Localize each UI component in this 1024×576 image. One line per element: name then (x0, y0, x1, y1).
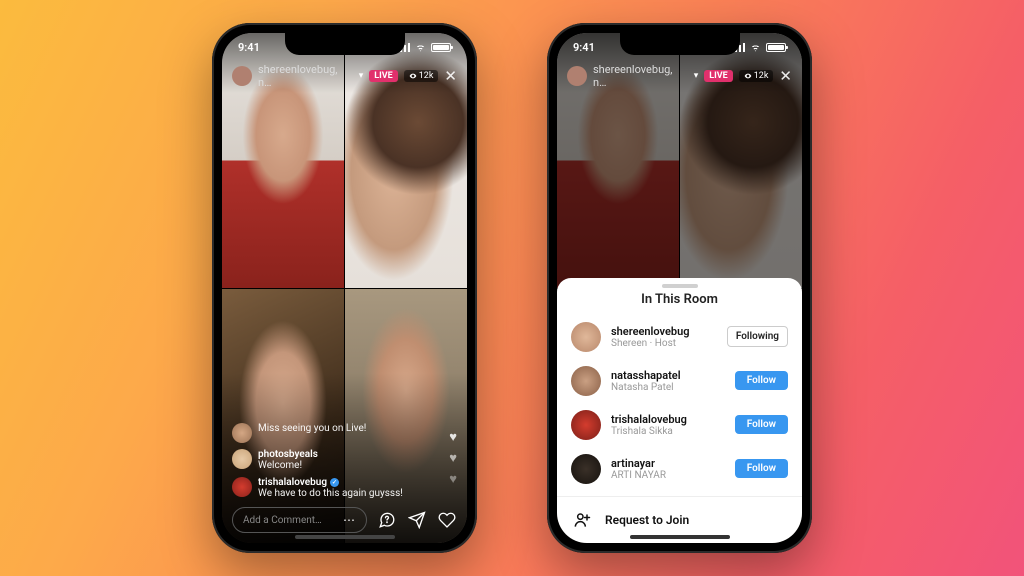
participant-row[interactable]: shereenlovebug Shereen · Host Following (571, 315, 788, 359)
live-header: shereenlovebug, n… ▾ LIVE 12k ✕ (557, 61, 802, 93)
viewer-count-badge[interactable]: 12k (739, 70, 774, 82)
status-time: 9:41 (238, 41, 260, 54)
host-username[interactable]: shereenlovebug, n… (593, 63, 688, 89)
sheet-handle[interactable] (662, 284, 698, 288)
eye-icon (409, 72, 417, 80)
chevron-down-icon[interactable]: ▾ (359, 71, 364, 81)
comment-placeholder: Add a Comment… (243, 515, 322, 526)
verified-badge-icon: ✓ (330, 478, 339, 487)
viewer-count: 12k (754, 71, 769, 81)
host-avatar[interactable] (232, 66, 252, 86)
video-tile-3[interactable] (222, 289, 344, 544)
participant-row[interactable]: artinayar ARTI NAYAR Follow (571, 447, 788, 491)
participant-username: natasshapatel (611, 369, 725, 382)
notch (285, 33, 405, 55)
share-button[interactable] (407, 510, 427, 530)
viewer-count-badge[interactable]: 12k (404, 70, 439, 82)
question-button[interactable] (377, 510, 397, 530)
commenter-avatar (232, 477, 252, 497)
comment-text: Miss seeing you on Live! (258, 423, 366, 434)
heart-icon: ♥ (449, 471, 457, 487)
wifi-icon (749, 43, 762, 52)
participant-displayname: ARTI NAYAR (611, 470, 725, 481)
phone-right: 9:41 shereenlovebug, n… ▾ LIVE 12k ✕ In … (547, 23, 812, 553)
commenter-username: trishalalovebug ✓ (258, 477, 403, 488)
screen-right: 9:41 shereenlovebug, n… ▾ LIVE 12k ✕ In … (557, 33, 802, 543)
follow-button[interactable]: Follow (735, 371, 788, 390)
following-button[interactable]: Following (727, 326, 788, 347)
follow-button[interactable]: Follow (735, 415, 788, 434)
participant-username: artinayar (611, 457, 725, 470)
live-comment[interactable]: trishalalovebug ✓ We have to do this aga… (232, 477, 417, 499)
participant-row[interactable]: trishalalovebug Trishala Sikka Follow (571, 403, 788, 447)
phone-left: 9:41 shereenlovebug, n… ▾ LIVE 12k ✕ Mis (212, 23, 477, 553)
battery-icon (431, 43, 451, 52)
commenter-avatar (232, 449, 252, 469)
home-indicator[interactable] (630, 535, 730, 539)
battery-icon (766, 43, 786, 52)
live-header: shereenlovebug, n… ▾ LIVE 12k ✕ (222, 61, 467, 93)
live-comment[interactable]: Miss seeing you on Live! (232, 423, 417, 443)
home-indicator[interactable] (295, 535, 395, 539)
more-icon[interactable]: ⋯ (343, 513, 356, 527)
participant-username: trishalalovebug (611, 413, 725, 426)
participant-avatar (571, 322, 601, 352)
participant-displayname: Trishala Sikka (611, 426, 725, 437)
close-icon[interactable]: ✕ (444, 67, 457, 85)
host-avatar[interactable] (567, 66, 587, 86)
status-time: 9:41 (573, 41, 595, 54)
participant-avatar (571, 366, 601, 396)
close-icon[interactable]: ✕ (779, 67, 792, 85)
participant-displayname: Natasha Patel (611, 382, 725, 393)
floating-hearts: ♥ ♥ ♥ (449, 429, 457, 487)
heart-icon: ♥ (449, 450, 457, 466)
comment-input[interactable]: Add a Comment… ⋯ (232, 507, 367, 533)
viewer-count: 12k (419, 71, 434, 81)
commenter-username: photosbyeals (258, 449, 318, 460)
comment-text: We have to do this again guysss! (258, 488, 403, 499)
wifi-icon (414, 43, 427, 52)
like-button[interactable] (437, 510, 457, 530)
participant-row[interactable]: natasshapatel Natasha Patel Follow (571, 359, 788, 403)
host-username[interactable]: shereenlovebug, n… (258, 63, 353, 89)
live-badge: LIVE (369, 70, 397, 82)
participants-list: shereenlovebug Shereen · Host Following … (557, 315, 802, 491)
comment-text: Welcome! (258, 460, 318, 471)
participant-avatar (571, 454, 601, 484)
chevron-down-icon[interactable]: ▾ (694, 71, 699, 81)
request-to-join-label: Request to Join (605, 513, 689, 527)
notch (620, 33, 740, 55)
follow-button[interactable]: Follow (735, 459, 788, 478)
sheet-title: In This Room (557, 292, 802, 315)
eye-icon (744, 72, 752, 80)
person-add-icon (571, 509, 593, 531)
video-tile-4[interactable] (345, 289, 467, 544)
participant-username: shereenlovebug (611, 325, 717, 338)
participant-avatar (571, 410, 601, 440)
live-badge: LIVE (704, 70, 732, 82)
screen-left: 9:41 shereenlovebug, n… ▾ LIVE 12k ✕ Mis (222, 33, 467, 543)
heart-icon: ♥ (449, 429, 457, 445)
live-comment[interactable]: photosbyeals Welcome! (232, 449, 417, 471)
live-bottom-bar: Add a Comment… ⋯ (232, 507, 457, 533)
live-comments: Miss seeing you on Live! photosbyeals We… (232, 423, 417, 499)
commenter-avatar (232, 423, 252, 443)
participant-displayname: Shereen · Host (611, 338, 717, 349)
in-this-room-sheet: In This Room shereenlovebug Shereen · Ho… (557, 278, 802, 543)
